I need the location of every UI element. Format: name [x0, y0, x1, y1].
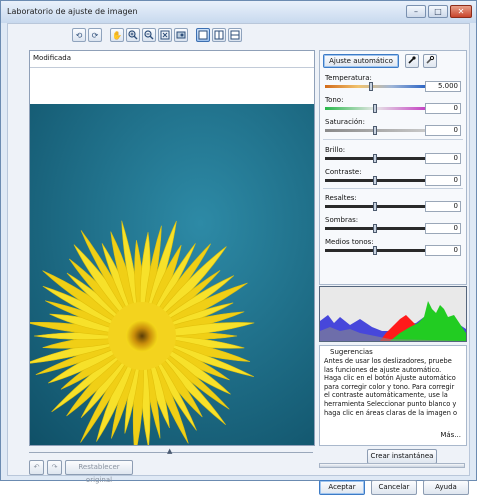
window-title: Laboratorio de ajuste de imagen	[7, 7, 138, 16]
slider-value-sombras[interactable]: 0	[425, 223, 461, 234]
slider-track-temperatura[interactable]	[325, 85, 425, 88]
slider-thumb-temperatura[interactable]	[369, 82, 373, 91]
single-view-button[interactable]	[196, 28, 210, 42]
zoom-out-button[interactable]	[142, 28, 156, 42]
hand-tool-button[interactable]: ✋	[110, 28, 124, 42]
splitter-arrow-icon: ▲	[167, 447, 173, 455]
slider-label-tono: Tono:	[325, 96, 344, 104]
slider-label-brillo: Brillo:	[325, 146, 346, 154]
slider-thumb-saturacion[interactable]	[373, 126, 377, 135]
slider-value-brillo[interactable]: 0	[425, 153, 461, 164]
slider-value-medios[interactable]: 0	[425, 245, 461, 256]
slider-value-contraste[interactable]: 0	[425, 175, 461, 186]
slider-thumb-tono[interactable]	[373, 104, 377, 113]
tips-panel: Sugerencias Antes de usar los deslizador…	[319, 345, 467, 446]
create-snapshot-button[interactable]: Crear instantánea	[367, 449, 437, 464]
tips-more-link[interactable]: Más...	[440, 431, 461, 439]
flower-photo	[30, 104, 314, 445]
redo-button[interactable]: ↷	[47, 460, 62, 475]
rotate-right-button[interactable]: ⟳	[88, 28, 102, 42]
fit-to-window-button[interactable]	[158, 28, 172, 42]
auto-adjust-button[interactable]: Ajuste automático	[323, 54, 399, 68]
zoom-out-icon	[144, 30, 154, 40]
split-vertical-icon	[214, 30, 224, 40]
actual-size-button[interactable]	[174, 28, 188, 42]
zoom-in-button[interactable]	[126, 28, 140, 42]
undo-button[interactable]: ↶	[29, 460, 44, 475]
image-preview[interactable]: Modificada	[29, 50, 315, 446]
tips-title: Sugerencias	[330, 348, 373, 356]
image-adjustment-window: Laboratorio de ajuste de imagen – □ ✕ ⟲ …	[0, 0, 477, 495]
panel-separator	[323, 188, 463, 189]
histogram	[319, 286, 467, 342]
slider-thumb-medios[interactable]	[373, 246, 377, 255]
split-horizontal-icon	[230, 30, 240, 40]
rotate-left-button[interactable]: ⟲	[72, 28, 86, 42]
dialog-buttons: Aceptar Cancelar Ayuda	[319, 480, 469, 495]
slider-value-resaltes[interactable]: 0	[425, 201, 461, 212]
slider-label-medios: Medios tonos:	[325, 238, 374, 246]
undo-icon: ↶	[33, 463, 40, 471]
reset-original-button[interactable]: Restablecer original	[65, 460, 133, 484]
rotate-right-icon: ⟳	[91, 30, 99, 40]
minimize-button[interactable]: –	[406, 5, 426, 18]
panel-separator	[323, 139, 463, 140]
title-bar: Laboratorio de ajuste de imagen – □ ✕	[1, 1, 476, 23]
slider-label-resaltes: Resaltes:	[325, 194, 357, 202]
rotate-left-icon: ⟲	[75, 30, 83, 40]
slider-thumb-resaltes[interactable]	[373, 202, 377, 211]
split-vertical-button[interactable]	[212, 28, 226, 42]
white-point-button[interactable]	[423, 54, 437, 68]
black-point-button[interactable]	[405, 54, 419, 68]
single-view-icon	[198, 30, 208, 40]
slider-thumb-brillo[interactable]	[373, 154, 377, 163]
tips-text: Antes de usar los deslizadores, pruebe l…	[324, 357, 458, 417]
zoom-in-icon	[128, 30, 138, 40]
slider-value-tono[interactable]: 0	[425, 103, 461, 114]
accept-button[interactable]: Aceptar	[319, 480, 365, 495]
redo-icon: ↷	[51, 463, 58, 471]
slider-value-saturacion[interactable]: 0	[425, 125, 461, 136]
eyedropper-black-icon	[408, 56, 416, 64]
slider-label-saturacion: Saturación:	[325, 118, 365, 126]
preview-header: Modificada	[30, 51, 314, 68]
preview-splitter[interactable]: ▲	[29, 447, 313, 455]
slider-label-temperatura: Temperatura:	[325, 74, 372, 82]
maximize-button[interactable]: □	[428, 5, 448, 18]
slider-thumb-contraste[interactable]	[373, 176, 377, 185]
snapshot-strip[interactable]	[319, 463, 465, 468]
fit-to-window-icon	[160, 30, 170, 40]
hand-icon: ✋	[112, 30, 122, 40]
client-area: ⟲ ⟳ ✋ Modificada ▲ ↶ ↷ Restablecer origi…	[7, 23, 470, 495]
toolbar: ⟲ ⟳ ✋	[72, 28, 242, 44]
slider-thumb-sombras[interactable]	[373, 224, 377, 233]
cancel-button[interactable]: Cancelar	[371, 480, 417, 495]
preview-label: Modificada	[33, 54, 71, 62]
help-button[interactable]: Ayuda	[423, 480, 469, 495]
close-button[interactable]: ✕	[450, 5, 472, 18]
adjustment-panel: Ajuste automático Temperatura: 5.000 Tono:…	[319, 50, 467, 285]
split-horizontal-button[interactable]	[228, 28, 242, 42]
slider-label-sombras: Sombras:	[325, 216, 359, 224]
eyedropper-white-icon	[426, 55, 435, 64]
actual-size-icon	[176, 31, 186, 39]
history-controls: ↶ ↷ Restablecer original	[29, 460, 133, 484]
slider-value-temperatura[interactable]: 5.000	[425, 81, 461, 92]
slider-label-contraste: Contraste:	[325, 168, 362, 176]
